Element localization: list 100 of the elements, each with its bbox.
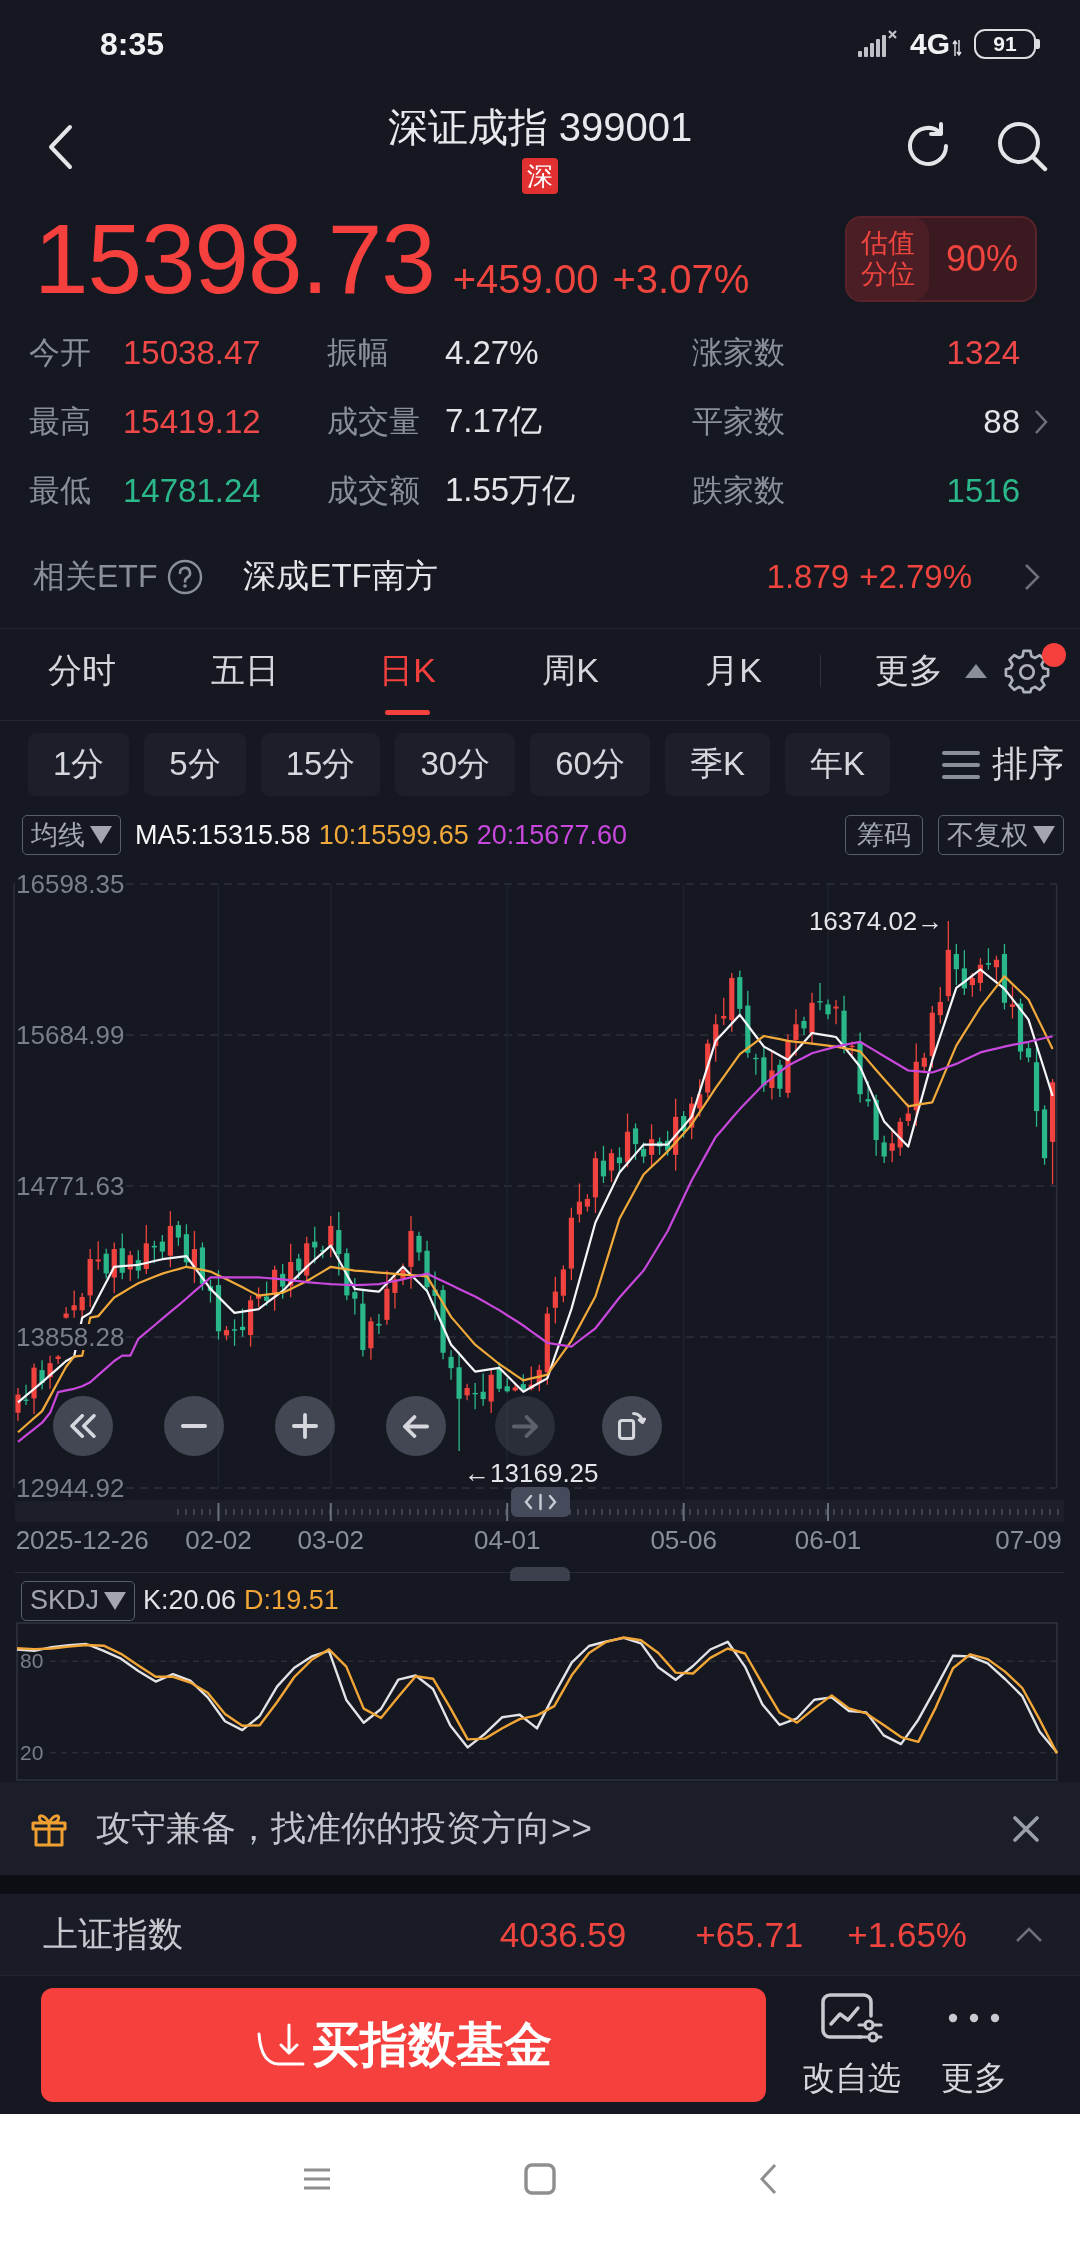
jump-to-start-button[interactable] (53, 1396, 113, 1456)
indicator-value: D:19.51 (244, 1585, 339, 1616)
candlestick (480, 1372, 486, 1407)
data-arrows-icon (952, 39, 962, 57)
arrow-left-icon (403, 1414, 429, 1438)
search-icon[interactable] (996, 120, 1048, 172)
chip-distribution-button[interactable]: 筹码 (845, 815, 923, 855)
stat-label: 成交额 (327, 471, 421, 510)
index-price: 15398.73 (34, 210, 435, 308)
signal-bars-icon (857, 30, 898, 58)
zoom-out-button[interactable] (164, 1396, 224, 1456)
scroll-handle[interactable] (511, 1487, 570, 1517)
chevron-up-icon[interactable] (1015, 1926, 1043, 1943)
stat-label: 最高 (29, 402, 92, 441)
buy-index-fund-button[interactable]: 买指数基金 (41, 1988, 766, 2102)
etf-price: 1.879 (766, 557, 850, 596)
interval-button[interactable]: 季K (664, 733, 770, 796)
stat-value: 4.27% (445, 333, 539, 372)
timeline-scrollbar[interactable] (15, 1500, 1064, 1522)
candlestick (881, 1135, 887, 1164)
moving-average-value: 20:15677.60 (476, 819, 627, 851)
interval-button[interactable]: 5分 (144, 733, 246, 796)
menu-icon[interactable] (303, 2168, 331, 2190)
stat-label: 跌家数 (692, 471, 786, 510)
index-change: +65.71 (695, 1914, 804, 1955)
period-tab[interactable]: 周K (489, 629, 652, 720)
exchange-badge: 深 (522, 158, 558, 194)
candlestick (1009, 985, 1016, 1020)
caret-down-icon (104, 1591, 127, 1610)
candlestick (640, 1141, 647, 1164)
more-button[interactable]: 更多 (941, 1989, 1007, 2101)
home-square-icon[interactable] (524, 2163, 556, 2195)
candlestick (71, 1289, 77, 1319)
interval-button[interactable]: 30分 (395, 733, 516, 796)
interval-button[interactable]: 60分 (530, 733, 650, 796)
candlestick (833, 999, 839, 1025)
help-icon[interactable] (167, 558, 204, 595)
interval-button[interactable]: 15分 (260, 733, 381, 796)
axis-tick-label: 80 (18, 1653, 46, 1670)
stat-value: 88 (983, 402, 1020, 441)
clock-time: 8:35 (100, 25, 165, 63)
chevron-right-icon[interactable] (1034, 408, 1048, 435)
back-icon[interactable] (47, 124, 73, 170)
candlestick (600, 1145, 607, 1184)
indicator-dropdown[interactable]: SKDJ (21, 1580, 136, 1621)
close-icon[interactable] (1012, 1814, 1040, 1843)
candlestick (159, 1234, 165, 1259)
settings-icon[interactable] (1004, 647, 1050, 694)
price-adjust-dropdown[interactable]: 不复权 (938, 815, 1064, 855)
candlestick (448, 1349, 454, 1381)
index-name: 上证指数 (43, 1913, 183, 1955)
stat-value: 1516 (946, 471, 1020, 510)
moving-average-value: MA5:15315.58 (135, 819, 311, 851)
candlestick (777, 1059, 783, 1098)
indicator-value: K:20.06 (143, 1585, 237, 1616)
arrow-right-icon (512, 1414, 538, 1438)
interval-button[interactable]: 1分 (28, 733, 130, 796)
candlestick (969, 972, 975, 998)
edit-watchlist-button[interactable]: 改自选 (802, 1989, 901, 2101)
candlestick (937, 986, 943, 1025)
period-tab[interactable]: 分时 (0, 629, 163, 720)
etf-change: +2.79% (859, 557, 972, 596)
candlestick (79, 1292, 85, 1318)
candlestick (632, 1122, 639, 1161)
zoom-in-button[interactable] (275, 1396, 335, 1456)
stat-label: 最低 (29, 471, 92, 510)
stat-value: 15038.47 (123, 333, 261, 372)
valuation-label: 估值分位 (847, 218, 929, 300)
period-tab[interactable]: 月K (652, 629, 815, 720)
indicator-dropdown[interactable]: 均线 (22, 815, 121, 855)
caret-up-icon (965, 663, 987, 678)
candlestick (336, 1211, 342, 1277)
sort-button[interactable]: 排序 (942, 740, 1064, 789)
date-axis-label: 03-02 (297, 1525, 364, 1555)
more-dots-icon (948, 2012, 1000, 2023)
candlestick (985, 947, 992, 971)
stat-value: 7.17亿 (445, 401, 543, 441)
interval-button[interactable]: 年K (784, 733, 890, 796)
price-change: +459.00 (452, 257, 599, 302)
date-axis-label: 04-01 (473, 1525, 541, 1555)
etf-name[interactable]: 深成ETF南方 (243, 554, 438, 599)
stat-label: 平家数 (692, 402, 786, 441)
panel-drag-handle[interactable] (510, 1567, 570, 1581)
stat-label: 振幅 (327, 333, 390, 372)
rotate-screen-button[interactable] (602, 1396, 662, 1456)
date-axis-label: 05-06 (650, 1525, 717, 1555)
chevron-right-icon[interactable] (1024, 562, 1040, 591)
related-etf-label: 相关ETF (33, 556, 158, 596)
back-chevron-icon[interactable] (759, 2163, 777, 2195)
double-chevron-left-icon (70, 1414, 96, 1438)
period-tab[interactable]: 五日 (163, 629, 326, 720)
stat-value: 1324 (946, 333, 1020, 372)
date-axis-label: 2025-12-26 (15, 1525, 149, 1555)
more-periods-dropdown[interactable]: 更多 (875, 629, 987, 720)
scroll-left-button[interactable] (386, 1396, 446, 1456)
candlestick (576, 1182, 582, 1224)
valuation-percentile-button[interactable]: 估值分位 90% (845, 216, 1037, 302)
period-tab[interactable]: 日K (326, 629, 489, 720)
caret-down-icon (90, 826, 112, 844)
network-type: 4G (909, 27, 950, 61)
